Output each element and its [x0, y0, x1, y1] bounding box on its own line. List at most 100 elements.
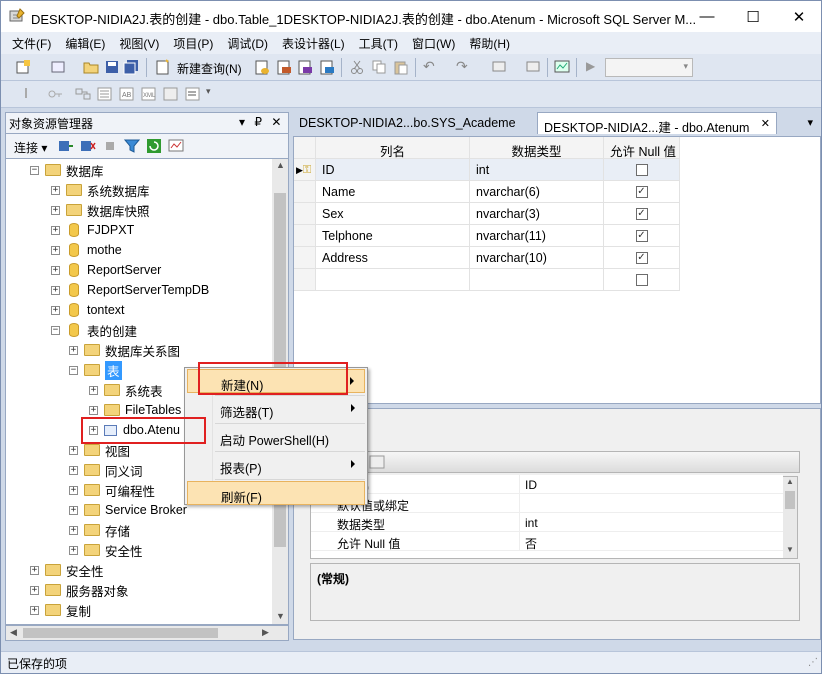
allow-null-checkbox[interactable] [635, 273, 648, 286]
resize-grip-icon[interactable]: ⋰ [808, 657, 818, 668]
allow-null-checkbox[interactable]: ✓ [635, 185, 648, 198]
solution-config-dropdown[interactable]: ▾ [605, 58, 693, 77]
tab-atenum[interactable]: DESKTOP-NIDIA2...建 - dbo.Atenum ✕ [537, 112, 777, 135]
menu-project[interactable]: 项目(P) [166, 35, 220, 52]
open-file-icon[interactable] [83, 59, 99, 75]
allow-null-checkbox[interactable]: ✓ [635, 207, 648, 220]
allow-null-cell[interactable]: ✓ [604, 181, 680, 203]
alphabetical-sort-icon[interactable] [369, 455, 385, 469]
column-name-cell[interactable]: Telphone [316, 225, 470, 247]
scroll-right-icon[interactable]: ▶ [262, 627, 269, 638]
row-header[interactable] [294, 269, 316, 291]
collapse-icon[interactable]: − [69, 365, 78, 375]
tree-node[interactable]: + tontext [51, 300, 125, 320]
check-constraints-icon[interactable] [163, 86, 179, 102]
property-value[interactable]: 否 [519, 532, 783, 551]
execute-icon[interactable]: ▶ [586, 59, 595, 73]
collapse-icon[interactable]: − [51, 325, 60, 335]
new-project-icon[interactable] [15, 59, 31, 75]
allow-null-checkbox[interactable]: ✓ [635, 251, 648, 264]
navigate-forward-icon[interactable] [525, 59, 541, 75]
tree-hscroll-thumb[interactable] [23, 628, 218, 638]
xmla-query-icon[interactable] [319, 59, 335, 75]
context-menu-filter[interactable]: 筛选器(T) [187, 397, 365, 421]
scroll-left-icon[interactable]: ◀ [10, 627, 17, 638]
copy-icon[interactable] [371, 59, 387, 75]
navigate-back-icon[interactable] [491, 59, 507, 75]
property-value[interactable] [519, 494, 783, 513]
expand-icon[interactable]: + [51, 185, 60, 195]
menu-view[interactable]: 视图(V) [112, 35, 166, 52]
tree-node[interactable]: + ReportServer [51, 260, 161, 280]
tree-node[interactable]: + 同义词 [69, 460, 143, 480]
menu-file[interactable]: 文件(F) [5, 35, 58, 52]
tree-node[interactable]: − 表的创建 [51, 320, 137, 340]
allow-null-cell[interactable]: ✓ [604, 203, 680, 225]
tree-horizontal-scrollbar[interactable]: ◀ ▶ [5, 625, 289, 641]
expand-icon[interactable]: + [30, 585, 39, 595]
expand-icon[interactable]: + [69, 505, 78, 515]
data-type-cell[interactable]: nvarchar(11) [470, 225, 604, 247]
undo-icon[interactable]: ↶ [423, 58, 435, 75]
tree-node[interactable]: + 可编程性 [69, 480, 155, 500]
refresh-icon[interactable] [146, 138, 162, 154]
expand-icon[interactable]: + [30, 565, 39, 575]
key-icon[interactable] [47, 86, 63, 102]
scroll-down-icon[interactable]: ▼ [276, 611, 285, 621]
column-name-cell[interactable]: Address [316, 247, 470, 269]
scroll-up-icon[interactable]: ▲ [276, 160, 285, 170]
expand-icon[interactable]: + [69, 525, 78, 535]
set-primary-key-icon[interactable] [19, 86, 35, 102]
expand-icon[interactable]: + [51, 245, 60, 255]
allow-null-cell[interactable] [604, 269, 680, 291]
expand-icon[interactable]: + [69, 345, 78, 355]
property-label[interactable]: 数据类型 [311, 513, 519, 532]
allow-null-cell[interactable]: ✓ [604, 247, 680, 269]
generate-script-icon[interactable] [185, 86, 201, 102]
tree-node[interactable]: + FJDPXT [51, 220, 134, 240]
connect-button[interactable]: 连接 ▾ [14, 139, 47, 156]
dmx-query-icon[interactable] [297, 59, 313, 75]
tab-sys-academe[interactable]: DESKTOP-NIDIA2...bo.SYS_Academe [293, 112, 533, 134]
pin-close-controls[interactable]: ▾ ₽ ✕ [239, 115, 284, 129]
tree-node[interactable]: + 存储 [69, 520, 130, 540]
tree-node[interactable]: + mothe [51, 240, 122, 260]
data-type-cell[interactable] [470, 269, 604, 291]
mdx-query-icon[interactable] [276, 59, 292, 75]
connect-object-icon[interactable] [58, 138, 74, 154]
menu-edit[interactable]: 编辑(E) [58, 35, 112, 52]
allow-null-checkbox[interactable] [635, 163, 648, 176]
tree-node[interactable]: − 表 [69, 360, 122, 380]
tab-list-dropdown-icon[interactable]: ▾ [807, 116, 813, 129]
expand-icon[interactable]: + [51, 225, 60, 235]
expand-icon[interactable]: + [69, 465, 78, 475]
row-header[interactable] [294, 225, 316, 247]
expand-icon[interactable]: + [51, 285, 60, 295]
tree-node[interactable]: + ReportServerTempDB [51, 280, 209, 300]
column-name-cell[interactable]: ID [316, 159, 470, 181]
menu-tools[interactable]: 工具(T) [352, 35, 405, 52]
tree-node[interactable]: + 安全性 [69, 540, 143, 560]
save-all-icon[interactable] [123, 59, 139, 75]
tree-node[interactable]: + 数据库关系图 [69, 340, 180, 360]
manage-indexes-icon[interactable] [97, 86, 113, 102]
tree-node[interactable]: + Service Broker [69, 500, 187, 520]
data-type-cell[interactable]: nvarchar(10) [470, 247, 604, 269]
minimize-button[interactable]: — [684, 1, 730, 32]
menu-debug[interactable]: 调试(D) [220, 35, 275, 52]
expand-icon[interactable]: + [69, 485, 78, 495]
menu-help[interactable]: 帮助(H) [462, 35, 517, 52]
new-query-icon[interactable] [155, 59, 171, 75]
row-header[interactable]: ▶⚿ [294, 159, 316, 181]
scroll-up-icon[interactable]: ▲ [786, 477, 794, 486]
maximize-button[interactable]: ☐ [730, 1, 776, 32]
toolbar-overflow-icon[interactable]: ▾ [206, 86, 211, 97]
redo-icon[interactable]: ↷ [456, 58, 468, 75]
tree-node[interactable]: + 安全性 [30, 560, 104, 580]
tree-node[interactable]: − 数据库 [30, 160, 104, 180]
context-menu-refresh[interactable]: 刷新(F) [187, 481, 365, 505]
expand-icon[interactable]: + [69, 445, 78, 455]
menu-window[interactable]: 窗口(W) [405, 35, 462, 52]
property-value[interactable]: ID [519, 475, 783, 494]
allow-null-cell[interactable] [604, 159, 680, 181]
